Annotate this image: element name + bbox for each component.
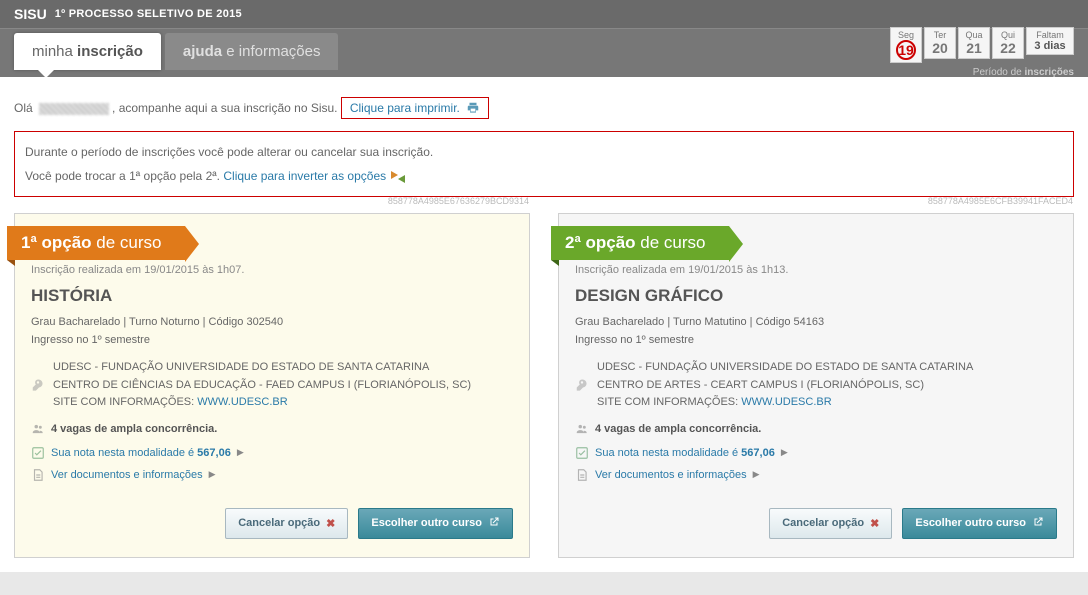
option-2-course-title: DESIGN GRÁFICO [575,286,1057,306]
option-1-code: 858778A4985E67636279BCD9314 [388,196,529,206]
tabs-row: minha inscrição ajuda e informações Seg1… [0,29,1088,77]
option-1-grade-link[interactable]: Sua nota nesta modalidade é 567,06 ▶ [31,446,513,460]
option-2-university: UDESC - FUNDAÇÃO UNIVERSIDADE DO ESTADO … [575,359,1057,412]
brand-logo: SISU [14,6,47,22]
header-subtitle: 1º PROCESSO SELETIVO DE 2015 [55,8,242,20]
greeting-row: Olá , acompanhe aqui a sua inscrição no … [14,91,1074,125]
tab-label-light: minha [32,43,77,60]
option-2-site-link[interactable]: WWW.UDESC.BR [741,396,831,408]
tab2-label-a: ajuda [183,43,226,60]
info-line-2: Você pode trocar a 1ª opção pela 2ª. Cli… [25,164,1063,188]
swap-options-link[interactable]: Clique para inverter as opções [223,169,386,183]
option-2-meta: Grau Bacharelado | Turno Matutino | Códi… [575,314,1057,349]
option-1-cancel-button[interactable]: Cancelar opção✖ [225,508,348,539]
option-2-docs-link[interactable]: Ver documentos e informações ▶ [575,468,1057,482]
info-line-1: Durante o período de inscrições você pod… [25,140,1063,164]
period-label: Período de inscrições [973,67,1074,78]
document-icon [31,468,45,482]
check-icon [575,446,589,460]
external-icon [488,516,500,531]
check-icon [31,446,45,460]
option-1-card: 858778A4985E67636279BCD9314 1ª opção de … [14,213,530,558]
option-2-choose-button[interactable]: Escolher outro curso [902,508,1057,539]
option-1-site-link[interactable]: WWW.UDESC.BR [197,396,287,408]
greeting-ola: Olá [14,101,33,115]
people-icon [31,422,45,436]
close-icon: ✖ [870,517,879,530]
key-icon [575,359,589,412]
option-1-meta: Grau Bacharelado | Turno Noturno | Códig… [31,314,513,349]
option-2-vagas: 4 vagas de ampla concorrência. [575,422,1057,436]
option-1-university: UDESC - FUNDAÇÃO UNIVERSIDADE DO ESTADO … [31,359,513,412]
options-row: 858778A4985E67636279BCD9314 1ª opção de … [14,213,1074,558]
option-2-timestamp: Inscrição realizada em 19/01/2015 às 1h1… [575,264,1057,276]
option-1-course-title: HISTÓRIA [31,286,513,306]
print-link-text: Clique para imprimir. [350,101,460,115]
calendar-strip: Seg19Ter20Qua21Qui22Faltam3 dias [890,27,1074,63]
option-2-code: 858778A4985E6CFB39941FACED4 [928,196,1073,206]
tab-minha-inscricao[interactable]: minha inscrição [14,33,161,70]
document-icon [575,468,589,482]
calendar-day: Qua21 [958,27,990,59]
main-content: Olá , acompanhe aqui a sua inscrição no … [0,77,1088,572]
calendar-remaining: Faltam3 dias [1026,27,1074,55]
user-name-redacted [39,103,109,115]
people-icon [575,422,589,436]
option-1-ribbon: 1ª opção de curso [7,226,185,260]
calendar-day: Seg19 [890,27,922,63]
key-icon [31,359,45,412]
option-1-choose-button[interactable]: Escolher outro curso [358,508,513,539]
option-2-cancel-button[interactable]: Cancelar opção✖ [769,508,892,539]
external-icon [1032,516,1044,531]
info-box: Durante o período de inscrições você pod… [14,131,1074,197]
tab-ajuda[interactable]: ajuda e informações [165,33,339,70]
header-bar: SISU 1º PROCESSO SELETIVO DE 2015 [0,0,1088,29]
tab-label-bold: inscrição [77,43,143,60]
tab2-label-b: e informações [226,43,320,60]
option-1-actions: Cancelar opção✖ Escolher outro curso [31,496,513,539]
option-2-ribbon: 2ª opção de curso [551,226,729,260]
greeting-tail: , acompanhe aqui a sua inscrição no Sisu… [112,101,337,115]
option-1-timestamp: Inscrição realizada em 19/01/2015 às 1h0… [31,264,513,276]
close-icon: ✖ [326,517,335,530]
option-2-grade-link[interactable]: Sua nota nesta modalidade é 567,06 ▶ [575,446,1057,460]
option-2-actions: Cancelar opção✖ Escolher outro curso [575,496,1057,539]
option-1-docs-link[interactable]: Ver documentos e informações ▶ [31,468,513,482]
print-link[interactable]: Clique para imprimir. [341,97,489,119]
calendar-day: Ter20 [924,27,956,59]
calendar-day: Qui22 [992,27,1024,59]
option-1-vagas: 4 vagas de ampla concorrência. [31,422,513,436]
swap-icon [391,171,405,183]
option-2-card: 858778A4985E6CFB39941FACED4 2ª opção de … [558,213,1074,558]
printer-icon [466,101,480,115]
